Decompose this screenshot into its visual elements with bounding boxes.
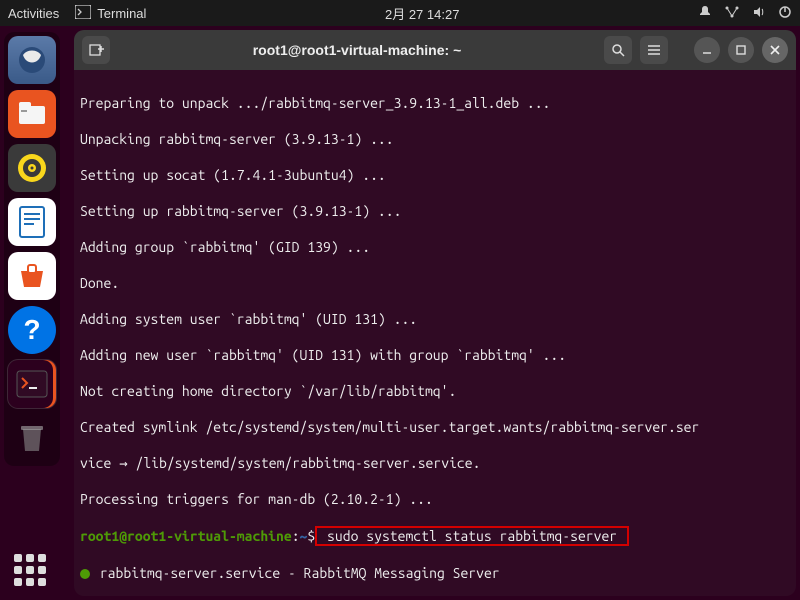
volume-icon[interactable] (752, 5, 766, 22)
dock-item-software[interactable] (8, 252, 56, 300)
terminal-content[interactable]: Preparing to unpack .../rabbitmq-server_… (74, 70, 796, 596)
output-line: Adding system user `rabbitmq' (UID 131) … (80, 310, 790, 328)
search-button[interactable] (604, 36, 632, 64)
status-line: rabbitmq-server.service - RabbitMQ Messa… (80, 564, 790, 582)
window-title: root1@root1-virtual-machine: ~ (118, 42, 596, 58)
output-line: Not creating home directory `/var/lib/ra… (80, 382, 790, 400)
activities-button[interactable]: Activities (8, 6, 59, 21)
clock[interactable]: 2月 27 14:27 (146, 4, 698, 23)
output-line: Unpacking rabbitmq-server (3.9.13-1) ... (80, 130, 790, 148)
notification-icon[interactable] (698, 5, 712, 22)
output-line: Adding group `rabbitmq' (GID 139) ... (80, 238, 790, 256)
command-highlight: sudo systemctl status rabbitmq-server (315, 526, 629, 546)
output-line: Done. (80, 274, 790, 292)
output-line: Preparing to unpack .../rabbitmq-server_… (80, 94, 790, 112)
show-applications-button[interactable] (14, 554, 50, 590)
dock-item-trash[interactable] (8, 414, 56, 462)
output-line: vice → /lib/systemd/system/rabbitmq-serv… (80, 454, 790, 472)
hamburger-menu-button[interactable] (640, 36, 668, 64)
dock: ? (4, 32, 60, 466)
terminal-window: root1@root1-virtual-machine: ~ Preparing… (74, 30, 796, 596)
question-icon: ? (23, 314, 40, 346)
dock-item-thunderbird[interactable] (8, 36, 56, 84)
maximize-button[interactable] (728, 37, 754, 63)
window-titlebar: root1@root1-virtual-machine: ~ (74, 30, 796, 70)
active-app-indicator[interactable]: Terminal (75, 5, 146, 22)
prompt-user: root1@root1-virtual-machine (80, 528, 292, 544)
output-line: Adding new user `rabbitmq' (UID 131) wit… (80, 346, 790, 364)
dock-item-libreoffice[interactable] (8, 198, 56, 246)
output-line: Created symlink /etc/systemd/system/mult… (80, 418, 790, 436)
dock-item-help[interactable]: ? (8, 306, 56, 354)
prompt-line: root1@root1-virtual-machine:~$ sudo syst… (80, 526, 790, 546)
network-icon[interactable] (724, 5, 740, 22)
top-bar: Activities Terminal 2月 27 14:27 (0, 0, 800, 26)
status-dot-icon (80, 569, 90, 579)
minimize-button[interactable] (694, 37, 720, 63)
active-app-label: Terminal (97, 6, 146, 21)
output-line: Processing triggers for man-db (2.10.2-1… (80, 490, 790, 508)
new-tab-button[interactable] (82, 36, 110, 64)
close-button[interactable] (762, 37, 788, 63)
dock-item-rhythmbox[interactable] (8, 144, 56, 192)
dock-item-files[interactable] (8, 90, 56, 138)
power-icon[interactable] (778, 5, 792, 22)
output-line: Setting up socat (1.7.4.1-3ubuntu4) ... (80, 166, 790, 184)
terminal-small-icon (75, 5, 91, 22)
dock-item-terminal[interactable] (8, 360, 56, 408)
output-line: Setting up rabbitmq-server (3.9.13-1) ..… (80, 202, 790, 220)
